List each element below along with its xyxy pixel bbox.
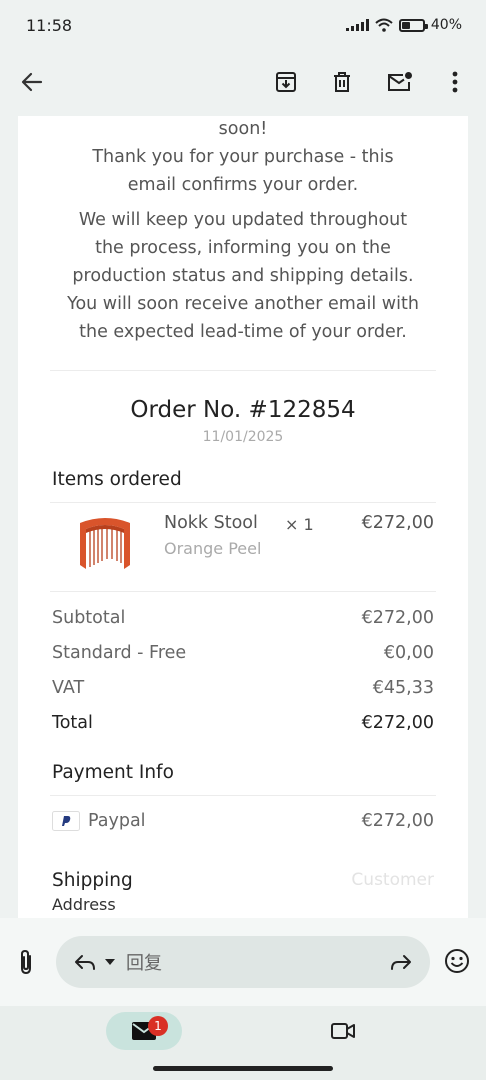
- mark-unread-button[interactable]: [382, 64, 418, 100]
- summary-value: €45,33: [372, 677, 434, 698]
- summary-row-vat: VAT €45,33: [18, 670, 468, 705]
- back-button[interactable]: [14, 64, 50, 100]
- attach-button[interactable]: [16, 948, 36, 980]
- archive-button[interactable]: [268, 64, 304, 100]
- reply-input[interactable]: 回复: [56, 936, 430, 988]
- battery-icon: [398, 18, 428, 32]
- divider: [50, 795, 436, 796]
- email-body: soon! Thank you for your purchase - this…: [18, 116, 468, 918]
- reply-placeholder: 回复: [126, 953, 162, 974]
- summary-label: Standard - Free: [52, 642, 187, 663]
- summary-value: €272,00: [361, 607, 434, 628]
- summary-label: Total: [52, 712, 93, 733]
- intro-fragment: soon!: [218, 119, 268, 139]
- emoji-icon: [445, 949, 469, 973]
- archive-icon: [276, 72, 296, 92]
- payment-amount: €272,00: [361, 811, 434, 831]
- payment-row: Paypal €272,00: [18, 798, 468, 844]
- reply-area: 回复: [0, 918, 486, 1006]
- more-options-button[interactable]: [437, 64, 473, 100]
- order-summary: Subtotal €272,00 Standard - Free €0,00 V…: [18, 600, 468, 740]
- nav-mail-button[interactable]: 1: [106, 1012, 182, 1050]
- paperclip-icon: [21, 949, 31, 975]
- status-bar: 11:58 40%: [0, 0, 486, 50]
- item-price: €272,00: [361, 513, 434, 533]
- emoji-button[interactable]: [444, 948, 470, 978]
- shipping-subtitle: Address: [52, 895, 116, 914]
- item-name: Nokk Stool: [164, 513, 258, 533]
- thanks-text: Thank you for your purchase - this email…: [92, 147, 394, 195]
- summary-value: €272,00: [361, 712, 434, 733]
- shipping-section: Shipping Address Customer: [18, 870, 468, 918]
- payment-title: Payment Info: [52, 762, 174, 783]
- product-image: [80, 518, 130, 569]
- mail-unread-icon: [388, 72, 412, 91]
- more-vert-icon: [452, 71, 458, 93]
- nav-meet-button[interactable]: [330, 1021, 356, 1045]
- video-icon: [331, 1023, 355, 1039]
- signal-icon: [345, 19, 369, 31]
- item-variant: Orange Peel: [164, 539, 262, 558]
- summary-label: VAT: [52, 677, 85, 698]
- summary-row-total: Total €272,00: [18, 705, 468, 740]
- divider: [50, 591, 436, 592]
- summary-value: €0,00: [383, 642, 434, 663]
- reply-icon: [75, 955, 95, 970]
- order-title: Order No. #122854: [130, 397, 356, 423]
- unread-badge: 1: [148, 1016, 168, 1036]
- order-item[interactable]: Nokk Stool Orange Peel × 1 €272,00: [18, 503, 468, 591]
- update-text: We will keep you updated throughout the …: [67, 210, 419, 342]
- payment-method: Paypal: [52, 811, 146, 831]
- trash-icon: [334, 72, 350, 92]
- payment-method-label: Paypal: [88, 811, 146, 831]
- forward-icon[interactable]: [390, 953, 412, 971]
- summary-label: Subtotal: [52, 607, 126, 628]
- email-toolbar: [0, 50, 486, 116]
- item-info: Nokk Stool Orange Peel: [164, 513, 261, 558]
- items-title: Items ordered: [52, 469, 182, 490]
- shipping-customer: Customer: [351, 870, 434, 890]
- arrow-left-icon: [21, 72, 43, 92]
- divider: [50, 370, 436, 371]
- item-quantity: × 1: [285, 515, 314, 534]
- delete-button[interactable]: [324, 64, 360, 100]
- summary-row-subtotal: Subtotal €272,00: [18, 600, 468, 635]
- battery-percent: 40%: [430, 17, 462, 33]
- home-indicator[interactable]: [153, 1066, 333, 1071]
- wifi-icon: [375, 18, 393, 32]
- summary-row-shipping: Standard - Free €0,00: [18, 635, 468, 670]
- paypal-icon: [52, 811, 80, 831]
- status-icons: 40%: [345, 17, 462, 33]
- order-date: 11/01/2025: [202, 429, 284, 445]
- status-time: 11:58: [26, 15, 73, 35]
- chevron-down-icon[interactable]: [104, 958, 116, 966]
